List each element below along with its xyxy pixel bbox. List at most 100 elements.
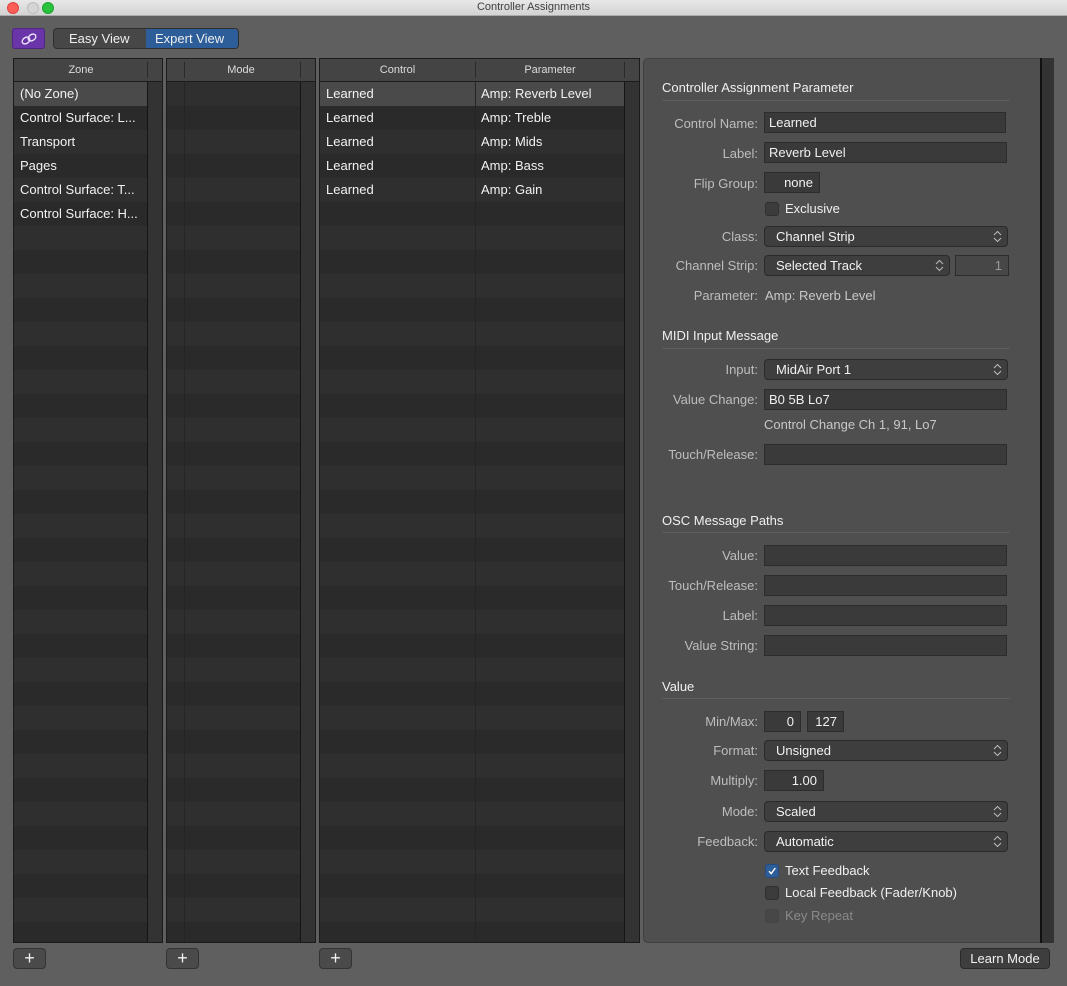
feedback-popup-value: Automatic bbox=[776, 834, 834, 849]
mode-table: Mode bbox=[166, 58, 316, 943]
section-divider bbox=[662, 348, 1010, 349]
expert-view-button[interactable]: Expert View bbox=[146, 29, 238, 48]
zone-row[interactable]: (No Zone) bbox=[14, 82, 147, 106]
assignment-row[interactable]: Learned Amp: Treble bbox=[320, 106, 624, 130]
format-label: Format: bbox=[713, 743, 758, 758]
osc-value-string-field[interactable] bbox=[764, 635, 1007, 656]
osc-label-label: Label: bbox=[722, 608, 758, 623]
key-repeat-checkbox-box bbox=[765, 908, 779, 923]
zone-table: Zone (No Zone) Control Surface: L... Trans… bbox=[13, 58, 163, 943]
minmax-label: Min/Max: bbox=[705, 714, 758, 729]
osc-value-field[interactable] bbox=[764, 545, 1007, 566]
mode-table-header: Mode bbox=[167, 59, 315, 82]
min-field[interactable]: 0 bbox=[764, 711, 801, 732]
local-feedback-checkbox-label: Local Feedback (Fader/Knob) bbox=[785, 885, 957, 900]
zone-row[interactable]: Control Surface: H... bbox=[14, 202, 147, 226]
control-cell: Learned bbox=[326, 158, 374, 173]
add-mode-button[interactable]: + bbox=[166, 948, 199, 969]
midi-touch-release-field[interactable] bbox=[764, 444, 1007, 465]
format-popup[interactable]: Unsigned bbox=[764, 740, 1008, 761]
max-field[interactable]: 127 bbox=[807, 711, 844, 732]
flip-group-field[interactable]: none bbox=[764, 172, 820, 193]
control-cell: Learned bbox=[326, 86, 374, 101]
link-button[interactable] bbox=[12, 28, 45, 49]
control-name-field[interactable]: Learned bbox=[764, 112, 1006, 133]
zone-list: (No Zone) Control Surface: L... Transport P… bbox=[14, 82, 147, 942]
easy-view-button[interactable]: Easy View bbox=[54, 29, 146, 48]
add-zone-button[interactable]: + bbox=[13, 948, 46, 969]
popup-arrows-icon bbox=[993, 835, 1002, 848]
key-repeat-checkbox: Key Repeat bbox=[765, 908, 853, 923]
zone-row[interactable]: Control Surface: T... bbox=[14, 178, 147, 202]
assignment-row[interactable]: Learned Amp: Bass bbox=[320, 154, 624, 178]
zone-name: Control Surface: T... bbox=[20, 182, 135, 197]
mode-popup-value: Scaled bbox=[776, 804, 816, 819]
mode-column-header[interactable]: Mode bbox=[167, 59, 315, 81]
value-change-label: Value Change: bbox=[672, 392, 758, 407]
feedback-popup[interactable]: Automatic bbox=[764, 831, 1008, 852]
mode-popup[interactable]: Scaled bbox=[764, 801, 1008, 822]
zone-row[interactable]: Pages bbox=[14, 154, 147, 178]
section-divider bbox=[662, 532, 1010, 533]
parameter-value: Amp: Reverb Level bbox=[765, 288, 876, 303]
parameter-cell: Amp: Treble bbox=[481, 110, 552, 125]
zone-scrollbar[interactable] bbox=[147, 82, 162, 942]
section-title-value: Value bbox=[662, 679, 695, 694]
learn-mode-button[interactable]: Learn Mode bbox=[960, 948, 1050, 969]
channel-strip-popup[interactable]: Selected Track bbox=[764, 255, 950, 276]
add-assignment-button[interactable]: + bbox=[319, 948, 352, 969]
zone-row[interactable]: Control Surface: L... bbox=[14, 106, 147, 130]
assignment-row[interactable]: Learned Amp: Reverb Level bbox=[320, 82, 624, 106]
osc-label-field[interactable] bbox=[764, 605, 1007, 626]
text-feedback-checkbox-box[interactable] bbox=[765, 863, 779, 878]
section-title-midi: MIDI Input Message bbox=[662, 328, 779, 343]
control-cell: Learned bbox=[326, 182, 374, 197]
mode-scrollbar[interactable] bbox=[300, 82, 315, 942]
osc-touch-release-field[interactable] bbox=[764, 575, 1007, 596]
channel-strip-label: Channel Strip: bbox=[675, 258, 758, 273]
midi-input-popup[interactable]: MidAir Port 1 bbox=[764, 359, 1008, 380]
channel-strip-number-field[interactable]: 1 bbox=[955, 255, 1009, 276]
osc-value-string-label: Value String: bbox=[684, 638, 758, 653]
parameter-cell: Amp: Reverb Level bbox=[481, 86, 592, 101]
zone-name: Pages bbox=[20, 158, 57, 173]
inspector-scrollbar[interactable] bbox=[1040, 58, 1054, 943]
assignment-row[interactable]: Learned Amp: Gain bbox=[320, 178, 624, 202]
value-change-field[interactable]: B0 5B Lo7 bbox=[764, 389, 1007, 410]
zone-name: (No Zone) bbox=[20, 86, 79, 101]
section-divider bbox=[662, 698, 1010, 699]
control-list: Learned Amp: Reverb Level Learned Amp: Treb… bbox=[320, 82, 624, 942]
label-field[interactable]: Reverb Level bbox=[764, 142, 1007, 163]
zone-name: Control Surface: H... bbox=[20, 206, 138, 221]
class-label: Class: bbox=[721, 229, 758, 244]
feedback-label: Feedback: bbox=[697, 834, 758, 849]
format-popup-value: Unsigned bbox=[776, 743, 831, 758]
channel-strip-popup-value: Selected Track bbox=[776, 258, 862, 273]
control-column-header[interactable]: Control bbox=[320, 59, 475, 81]
zone-row[interactable]: Transport bbox=[14, 130, 147, 154]
value-change-description: Control Change Ch 1, 91, Lo7 bbox=[764, 417, 937, 432]
multiply-field[interactable]: 1.00 bbox=[764, 770, 824, 791]
osc-touch-release-label: Touch/Release: bbox=[668, 578, 758, 593]
text-feedback-checkbox[interactable]: Text Feedback bbox=[765, 863, 870, 878]
section-title-osc: OSC Message Paths bbox=[662, 513, 784, 528]
zone-column-header[interactable]: Zone bbox=[14, 59, 148, 81]
local-feedback-checkbox-box[interactable] bbox=[765, 885, 779, 900]
local-feedback-checkbox[interactable]: Local Feedback (Fader/Knob) bbox=[765, 885, 957, 900]
section-title-assignment: Controller Assignment Parameter bbox=[662, 80, 854, 95]
checkmark-icon bbox=[768, 867, 776, 875]
exclusive-checkbox[interactable]: Exclusive bbox=[765, 201, 840, 216]
exclusive-checkbox-label: Exclusive bbox=[785, 201, 840, 216]
mode-label: Mode: bbox=[721, 804, 758, 819]
control-scrollbar[interactable] bbox=[624, 82, 639, 942]
assignment-inspector: Controller Assignment Parameter Control … bbox=[643, 58, 1041, 943]
exclusive-checkbox-box[interactable] bbox=[765, 201, 779, 216]
mode-list bbox=[167, 82, 300, 942]
popup-arrows-icon bbox=[935, 259, 944, 272]
assignment-row[interactable]: Learned Amp: Mids bbox=[320, 130, 624, 154]
link-chain-icon bbox=[21, 32, 36, 45]
label-label: Label: bbox=[722, 146, 758, 161]
class-popup[interactable]: Channel Strip bbox=[764, 226, 1008, 247]
parameter-column-header[interactable]: Parameter bbox=[475, 59, 625, 81]
popup-arrows-icon bbox=[993, 230, 1002, 243]
